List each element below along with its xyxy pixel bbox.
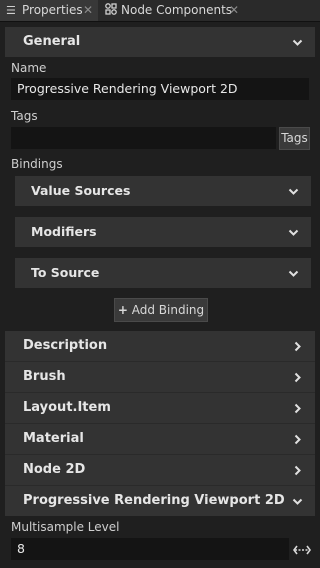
binding-title: To Source xyxy=(31,265,100,280)
binding-to-source[interactable]: To Source xyxy=(15,258,311,288)
chevron-down-icon xyxy=(288,270,299,277)
chevron-right-icon xyxy=(294,434,301,445)
binding-value-sources[interactable]: Value Sources xyxy=(15,176,311,206)
binding-title: Modifiers xyxy=(31,224,97,239)
binding-modifiers[interactable]: Modifiers xyxy=(15,217,311,247)
multisample-field[interactable]: 8 xyxy=(11,538,289,560)
chevron-right-icon xyxy=(294,403,301,414)
drag-resize-icon[interactable] xyxy=(293,544,311,556)
section-title: Brush xyxy=(23,369,66,384)
tab-node-components-label: Node Components xyxy=(121,3,233,17)
bindings-label: Bindings xyxy=(11,157,63,171)
multisample-label: Multisample Level xyxy=(11,520,120,534)
section-title: Progressive Rendering Viewport 2D xyxy=(23,493,285,508)
tags-label: Tags xyxy=(11,109,38,123)
chevron-right-icon xyxy=(294,341,301,352)
name-label: Name xyxy=(11,61,47,75)
section-brush[interactable]: Brush xyxy=(5,362,315,392)
section-title: Node 2D xyxy=(23,462,86,477)
add-binding-label: Add Binding xyxy=(131,303,205,317)
tab-properties[interactable]: ☰ Properties ✕ xyxy=(0,0,98,21)
section-general[interactable]: General xyxy=(5,27,315,57)
section-title: Description xyxy=(23,338,108,353)
name-field[interactable]: Progressive Rendering Viewport 2D xyxy=(11,78,309,100)
tags-field[interactable] xyxy=(11,127,276,149)
close-icon[interactable]: ✕ xyxy=(229,0,239,21)
tags-button[interactable]: Tags xyxy=(279,127,310,150)
section-description[interactable]: Description xyxy=(5,331,315,361)
section-material[interactable]: Material xyxy=(5,424,315,454)
chevron-down-icon xyxy=(288,229,299,236)
chevron-down-icon xyxy=(292,39,303,46)
chevron-down-icon xyxy=(288,188,299,195)
plus-icon: + xyxy=(117,303,128,317)
tab-properties-label: Properties xyxy=(22,3,83,17)
list-icon: ☰ xyxy=(6,4,16,17)
binding-title: Value Sources xyxy=(31,183,131,198)
section-node-2d[interactable]: Node 2D xyxy=(5,455,315,485)
section-layout-item[interactable]: Layout.Item xyxy=(5,393,315,423)
add-binding-button[interactable]: + Add Binding xyxy=(114,298,208,322)
components-icon xyxy=(104,0,118,21)
section-title: Material xyxy=(23,431,84,446)
close-icon[interactable]: ✕ xyxy=(83,0,93,21)
section-title: Layout.Item xyxy=(23,400,111,415)
section-progressive-rendering[interactable]: Progressive Rendering Viewport 2D xyxy=(5,486,315,516)
tab-bar: ☰ Properties ✕ Node Components ✕ xyxy=(0,0,320,22)
chevron-right-icon xyxy=(294,465,301,476)
chevron-right-icon xyxy=(294,372,301,383)
section-title: General xyxy=(23,34,81,49)
tab-node-components[interactable]: Node Components ✕ xyxy=(100,0,245,21)
chevron-down-icon xyxy=(292,498,303,505)
